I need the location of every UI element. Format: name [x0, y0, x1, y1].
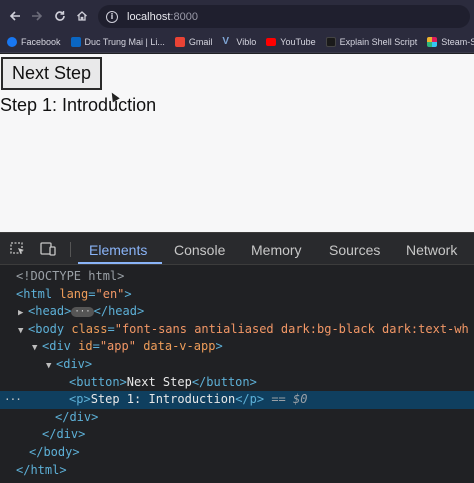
- row-actions-icon[interactable]: ···: [4, 391, 22, 409]
- linkedin-icon: [70, 37, 81, 47]
- tab-elements[interactable]: Elements: [89, 233, 147, 265]
- dom-node-button[interactable]: <button>Next Step</button>: [0, 374, 474, 392]
- shell-icon: [325, 37, 336, 47]
- inspect-element-icon[interactable]: [10, 242, 26, 256]
- site-info-icon[interactable]: i: [106, 10, 118, 23]
- bookmark-label: YouTube: [280, 37, 316, 47]
- browser-toolbar: i localhost:8000: [0, 0, 474, 32]
- device-toolbar-icon[interactable]: [40, 242, 56, 256]
- collapse-triangle-icon[interactable]: ▼: [32, 340, 42, 356]
- dom-node-div-app[interactable]: ▼ <div id="app" data-v-app>: [0, 338, 474, 356]
- facebook-icon: [7, 37, 17, 47]
- toolbar-divider: [70, 242, 71, 257]
- tab-memory[interactable]: Memory: [251, 233, 302, 265]
- bookmark-label: Duc Trung Mai | Li...: [84, 37, 165, 47]
- gmail-icon: [174, 37, 185, 47]
- bookmark-label: Explain Shell Script: [339, 37, 418, 47]
- dom-node-body-close[interactable]: </body>: [0, 444, 474, 462]
- slack-icon: [427, 37, 438, 47]
- bookmark-facebook[interactable]: Facebook: [7, 37, 61, 47]
- tab-console[interactable]: Console: [174, 233, 225, 265]
- tab-network[interactable]: Network: [406, 233, 457, 265]
- active-tab-indicator: [78, 262, 162, 264]
- tab-sources[interactable]: Sources: [329, 233, 380, 265]
- viblo-icon: V: [222, 36, 230, 47]
- address-port: :8000: [170, 10, 198, 23]
- dom-tree: <!DOCTYPE html> <html lang="en"> ▶ <head>…: [0, 265, 474, 483]
- forward-icon[interactable]: [26, 5, 48, 27]
- bookmark-label: Viblo: [236, 37, 257, 47]
- reload-icon[interactable]: [49, 5, 71, 27]
- address-bar[interactable]: i localhost:8000: [98, 5, 470, 28]
- devtools-tab-bar: Elements Console Memory Sources Network: [0, 233, 474, 265]
- bookmark-label: Steam-Slack: [441, 37, 474, 47]
- collapsed-ellipsis[interactable]: ···: [71, 306, 94, 317]
- bookmark-explain-shell[interactable]: Explain Shell Script: [325, 37, 418, 47]
- dom-node-div-close[interactable]: </div>: [0, 426, 474, 444]
- bookmark-steam-slack[interactable]: Steam-Slack: [427, 37, 474, 47]
- next-step-button[interactable]: Next Step: [1, 57, 102, 90]
- selected-node-marker: == $0: [271, 392, 308, 407]
- bookmark-youtube[interactable]: YouTube: [266, 37, 316, 47]
- home-icon[interactable]: [71, 5, 93, 27]
- devtools-panel: Elements Console Memory Sources Network …: [0, 232, 474, 482]
- bookmark-linkedin[interactable]: Duc Trung Mai | Li...: [70, 37, 165, 47]
- bookmarks-bar: Facebook Duc Trung Mai | Li... Gmail V V…: [0, 32, 474, 53]
- bookmark-label: Gmail: [188, 37, 213, 47]
- back-icon[interactable]: [4, 5, 26, 27]
- bookmark-viblo[interactable]: V Viblo: [222, 36, 257, 48]
- expand-triangle-icon[interactable]: ▶: [18, 305, 28, 321]
- dom-node-body[interactable]: ▼ <body class="font-sans antialiased dark…: [0, 321, 474, 339]
- collapse-triangle-icon[interactable]: ▼: [18, 323, 28, 339]
- youtube-icon: [266, 38, 277, 46]
- dom-node-html[interactable]: <html lang="en">: [0, 286, 474, 304]
- bookmark-label: Facebook: [21, 37, 61, 47]
- bookmark-gmail[interactable]: Gmail: [174, 37, 213, 47]
- page-viewport: Next Step Step 1: Introduction: [0, 54, 474, 232]
- dom-node-p-selected[interactable]: ··· <p>Step 1: Introduction</p> == $0: [0, 391, 474, 409]
- collapse-triangle-icon[interactable]: ▼: [46, 358, 56, 374]
- dom-node-div-close[interactable]: </div>: [0, 409, 474, 427]
- step-paragraph: Step 1: Introduction: [0, 95, 157, 115]
- dom-node-html-close[interactable]: </html>: [0, 462, 474, 480]
- dom-node-div-inner[interactable]: ▼ <div>: [0, 356, 474, 374]
- dom-node-head[interactable]: ▶ <head> ··· </head>: [0, 303, 474, 321]
- address-host: localhost: [127, 10, 171, 23]
- dom-node-doctype[interactable]: <!DOCTYPE html>: [0, 268, 474, 286]
